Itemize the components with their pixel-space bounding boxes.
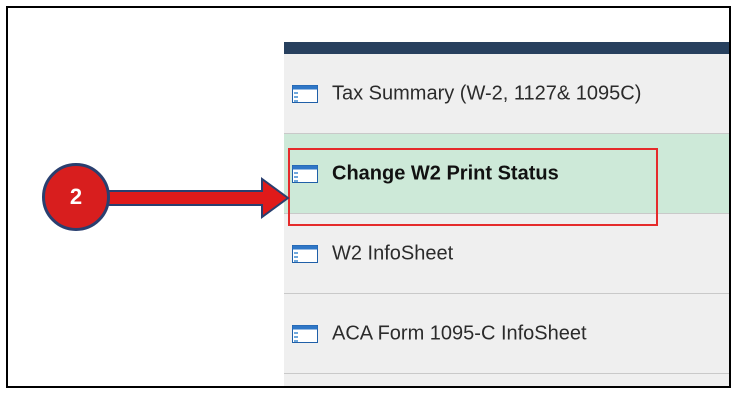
- menu-item-tax-summary[interactable]: Tax Summary (W-2, 1127& 1095C): [284, 54, 729, 134]
- step-callout-badge: 2: [42, 163, 110, 231]
- page-list-icon: [292, 324, 318, 343]
- menu-item-label: W2 InfoSheet: [332, 242, 454, 264]
- page-list-icon: [292, 84, 318, 103]
- menu-item-aca-form-1095c-infosheet[interactable]: ACA Form 1095-C InfoSheet: [284, 294, 729, 374]
- menu-item-w2-infosheet[interactable]: W2 InfoSheet: [284, 214, 729, 294]
- menu-item-label: Tax Summary (W-2, 1127& 1095C): [332, 82, 642, 104]
- screenshot-frame: Tax Summary (W-2, 1127& 1095C) Change W2…: [6, 6, 731, 388]
- page-list-icon: [292, 244, 318, 263]
- menu-item-label: ACA Form 1095-C InfoSheet: [332, 322, 587, 344]
- step-number: 2: [69, 184, 83, 209]
- menu-header-bar: [284, 42, 729, 54]
- highlight-box: [288, 148, 658, 226]
- pointer-arrow: [104, 177, 290, 219]
